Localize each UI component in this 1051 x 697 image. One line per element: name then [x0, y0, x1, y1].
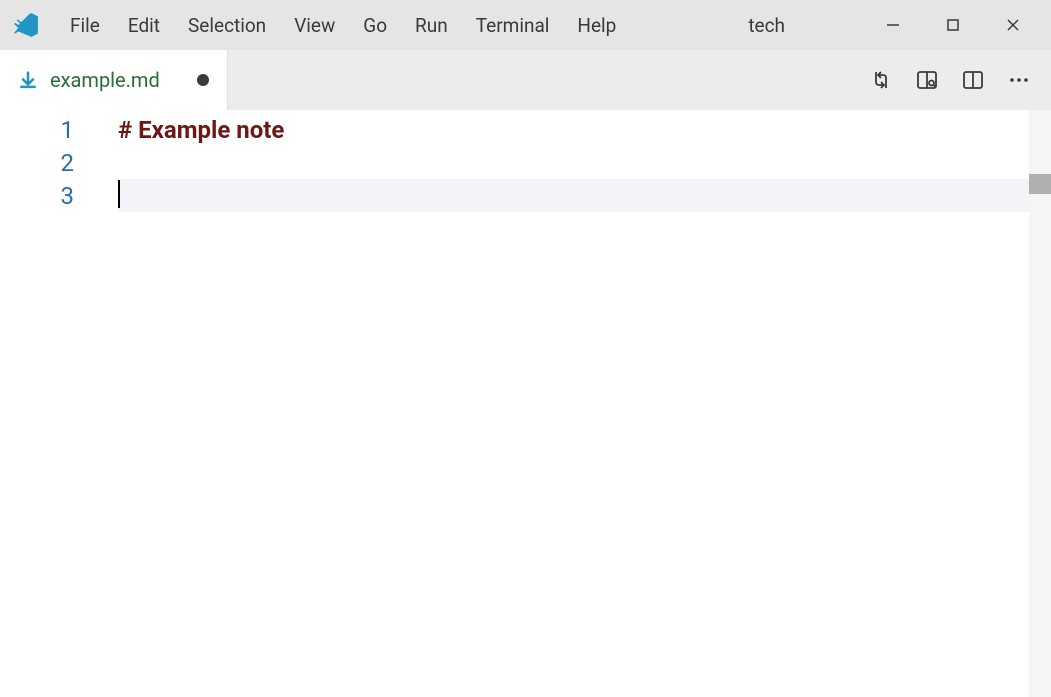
minimap[interactable]	[1029, 110, 1051, 697]
editor-content[interactable]: # Example note	[88, 110, 1051, 697]
tabs-bar: example.md	[0, 50, 1051, 110]
dirty-indicator-icon	[197, 74, 209, 86]
window-controls	[863, 0, 1043, 50]
tab-example-md[interactable]: example.md	[0, 50, 228, 110]
markdown-file-icon	[18, 70, 38, 90]
split-editor-icon[interactable]	[953, 60, 993, 100]
more-actions-icon[interactable]	[999, 60, 1039, 100]
menu-selection[interactable]: Selection	[174, 8, 280, 43]
minimap-slider[interactable]	[1029, 174, 1051, 194]
menu-edit[interactable]: Edit	[114, 8, 174, 43]
line-number: 3	[0, 180, 88, 213]
close-button[interactable]	[983, 0, 1043, 50]
tabs-container: example.md	[0, 50, 228, 110]
vscode-logo-icon	[12, 11, 40, 39]
window-title: tech	[674, 14, 859, 37]
markdown-heading: # Example note	[118, 116, 284, 144]
text-cursor	[118, 180, 120, 208]
editor-actions	[861, 50, 1051, 110]
line-number: 1	[0, 114, 88, 147]
menu-help[interactable]: Help	[563, 8, 630, 43]
code-line[interactable]: # Example note	[118, 114, 1051, 147]
maximize-button[interactable]	[923, 0, 983, 50]
menu-run[interactable]: Run	[401, 8, 462, 43]
compare-changes-icon[interactable]	[861, 60, 901, 100]
menu-terminal[interactable]: Terminal	[462, 8, 564, 43]
menu-go[interactable]: Go	[349, 8, 401, 43]
line-number: 2	[0, 147, 88, 180]
menu-file[interactable]: File	[56, 8, 114, 43]
menu-view[interactable]: View	[280, 8, 349, 43]
tab-label: example.md	[50, 68, 185, 92]
code-line[interactable]	[118, 180, 1051, 213]
line-number-gutter: 1 2 3	[0, 110, 88, 697]
code-line[interactable]	[118, 147, 1051, 180]
menu-bar: File Edit Selection View Go Run Terminal…	[56, 8, 630, 43]
open-preview-side-icon[interactable]	[907, 60, 947, 100]
title-bar: File Edit Selection View Go Run Terminal…	[0, 0, 1051, 50]
minimize-button[interactable]	[863, 0, 923, 50]
editor[interactable]: 1 2 3 # Example note	[0, 110, 1051, 697]
